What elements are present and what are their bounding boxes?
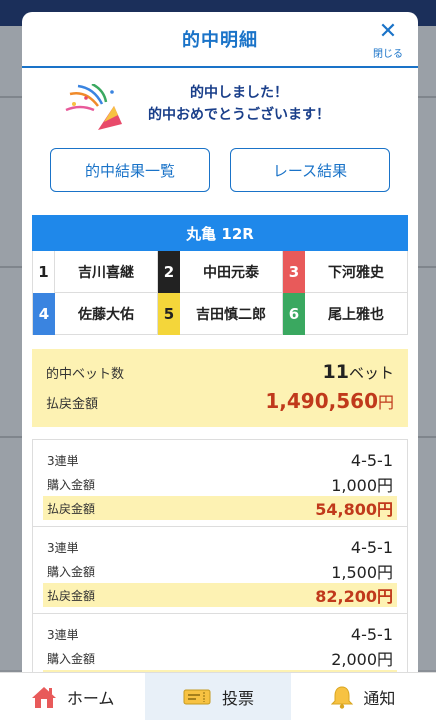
- bet-list: 3連単 4-5-1 購入金額 1,000円 払戻金額 54,800円 3連単 4-5-1 購入金…: [32, 439, 408, 672]
- bet-line: 3連単 4-5-1: [47, 535, 393, 559]
- action-buttons: 的中結果一覧 レース結果: [22, 148, 418, 192]
- close-label: 閉じる: [373, 49, 403, 60]
- racer-cell: 4 佐藤大佑: [33, 292, 158, 335]
- payout-label: 払戻金額: [47, 501, 96, 516]
- background-left: [0, 26, 22, 670]
- congrats-banner: 的中しました！ 的中おめでとうございます！: [22, 78, 418, 144]
- racer-cell: 6 尾上雅也: [283, 292, 408, 335]
- purchase-amount: 2,000円: [331, 650, 393, 669]
- payout-amount: 82,200円: [315, 587, 393, 606]
- purchase-label: 購入金額: [47, 651, 96, 666]
- bet-card: 3連単4-5-1購入金額2,000円払戻金額: [33, 614, 407, 672]
- bet-card: 3連単 4-5-1 購入金額 1,500円払戻金額 82,200円: [33, 527, 407, 614]
- payout-label: 払戻金額: [46, 397, 99, 412]
- tab-notify-label: 通知: [363, 688, 396, 708]
- tab-vote-label: 投票: [221, 688, 254, 708]
- racer-name: 下河雅史: [328, 264, 384, 281]
- hit-bets-value: 11ベット: [323, 361, 394, 383]
- lane-number: 2: [158, 250, 180, 293]
- bet-type: 3連単: [47, 453, 79, 468]
- close-button[interactable]: ✕ 閉じる: [368, 19, 408, 61]
- payout-unit: 円: [377, 393, 394, 412]
- bell-icon: [331, 685, 354, 709]
- racer-grid: 1 吉川喜継 2 中田元泰 3 下河雅史 4 佐藤大佑 5 吉田慎二郎 6 尾上雅也: [32, 250, 408, 335]
- purchase-amount: 1,000円: [331, 476, 393, 495]
- bet-line: 3連単 4-5-1: [47, 448, 393, 472]
- home-icon: [31, 686, 56, 708]
- bet-line: 購入金額 1,500円: [47, 559, 393, 583]
- racer-cell: 2 中田元泰: [158, 250, 283, 293]
- lane-number: 5: [158, 292, 180, 335]
- lane-number: 4: [33, 292, 55, 335]
- tab-notify[interactable]: 通知: [291, 673, 436, 720]
- payout-label: 払戻金額: [47, 588, 96, 603]
- racer-name: 中田元泰: [203, 264, 259, 281]
- racer-cell: 3 下河雅史: [283, 250, 408, 293]
- tab-vote[interactable]: 投票: [145, 673, 291, 720]
- congrats-line-1: 的中しました！: [190, 85, 288, 101]
- bet-card: 3連単 4-5-1 購入金額 1,000円払戻金額 54,800円: [33, 440, 407, 527]
- bet-line: 払戻金額 82,200円: [43, 583, 397, 607]
- bet-combination: 4-5-1: [350, 450, 393, 470]
- hit-bets-unit: ベット: [348, 364, 394, 382]
- bet-type: 3連単: [47, 627, 79, 642]
- payout-value: 1,490,560: [265, 389, 378, 413]
- tab-home[interactable]: ホーム: [0, 673, 145, 720]
- ticket-icon: [183, 689, 211, 704]
- racer-name: 佐藤大佑: [78, 306, 134, 323]
- bottom-tab-bar: ホーム 投票 通知: [0, 672, 436, 720]
- bet-line: 購入金額 1,000円: [47, 472, 393, 496]
- hit-bets-count: 11: [322, 361, 349, 383]
- race-results-button[interactable]: レース結果: [230, 148, 390, 192]
- modal-header: 的中明細 ✕ 閉じる: [22, 12, 418, 68]
- payout-amount: 54,800円: [315, 500, 393, 519]
- race-title: 丸亀 12R: [32, 215, 408, 251]
- modal-title: 的中明細: [182, 30, 258, 51]
- hit-results-list-button[interactable]: 的中結果一覧: [50, 148, 210, 192]
- racer-name: 尾上雅也: [328, 306, 384, 323]
- hit-details-modal: 的中明細 ✕ 閉じる 的中しました！ 的中おめでとうございます！ 的中結果一覧 …: [22, 12, 418, 672]
- bet-type: 3連単: [47, 540, 79, 555]
- racer-name: 吉川喜継: [78, 264, 134, 281]
- racer-cell: 1 吉川喜継: [33, 250, 158, 293]
- hit-bets-label: 的中ベット数: [46, 367, 125, 382]
- close-icon: ✕: [378, 19, 398, 44]
- lane-number: 3: [283, 250, 305, 293]
- racer-cell: 5 吉田慎二郎: [158, 292, 283, 335]
- hit-summary: 的中ベット数 11ベット 払戻金額 1,490,560円: [32, 349, 408, 427]
- tab-home-label: ホーム: [66, 688, 115, 708]
- purchase-label: 購入金額: [47, 477, 96, 492]
- congrats-line-2: 的中おめでとうございます！: [148, 107, 330, 123]
- lane-number: 1: [33, 250, 55, 293]
- bet-combination: 4-5-1: [350, 624, 393, 644]
- lane-number: 6: [283, 292, 305, 335]
- purchase-amount: 1,500円: [331, 563, 393, 582]
- racer-name: 吉田慎二郎: [196, 306, 266, 323]
- bet-combination: 4-5-1: [350, 537, 393, 557]
- bet-line: 3連単 4-5-1: [47, 622, 393, 646]
- purchase-label: 購入金額: [47, 564, 96, 579]
- race-entry-table: 丸亀 12R 1 吉川喜継 2 中田元泰 3 下河雅史 4 佐藤大佑 5 吉田慎二郎 6 尾上雅也: [32, 215, 408, 335]
- bet-line: 購入金額 2,000円: [47, 646, 393, 670]
- payout-total: 1,490,560円: [265, 389, 394, 413]
- bet-line: 払戻金額 54,800円: [43, 496, 397, 520]
